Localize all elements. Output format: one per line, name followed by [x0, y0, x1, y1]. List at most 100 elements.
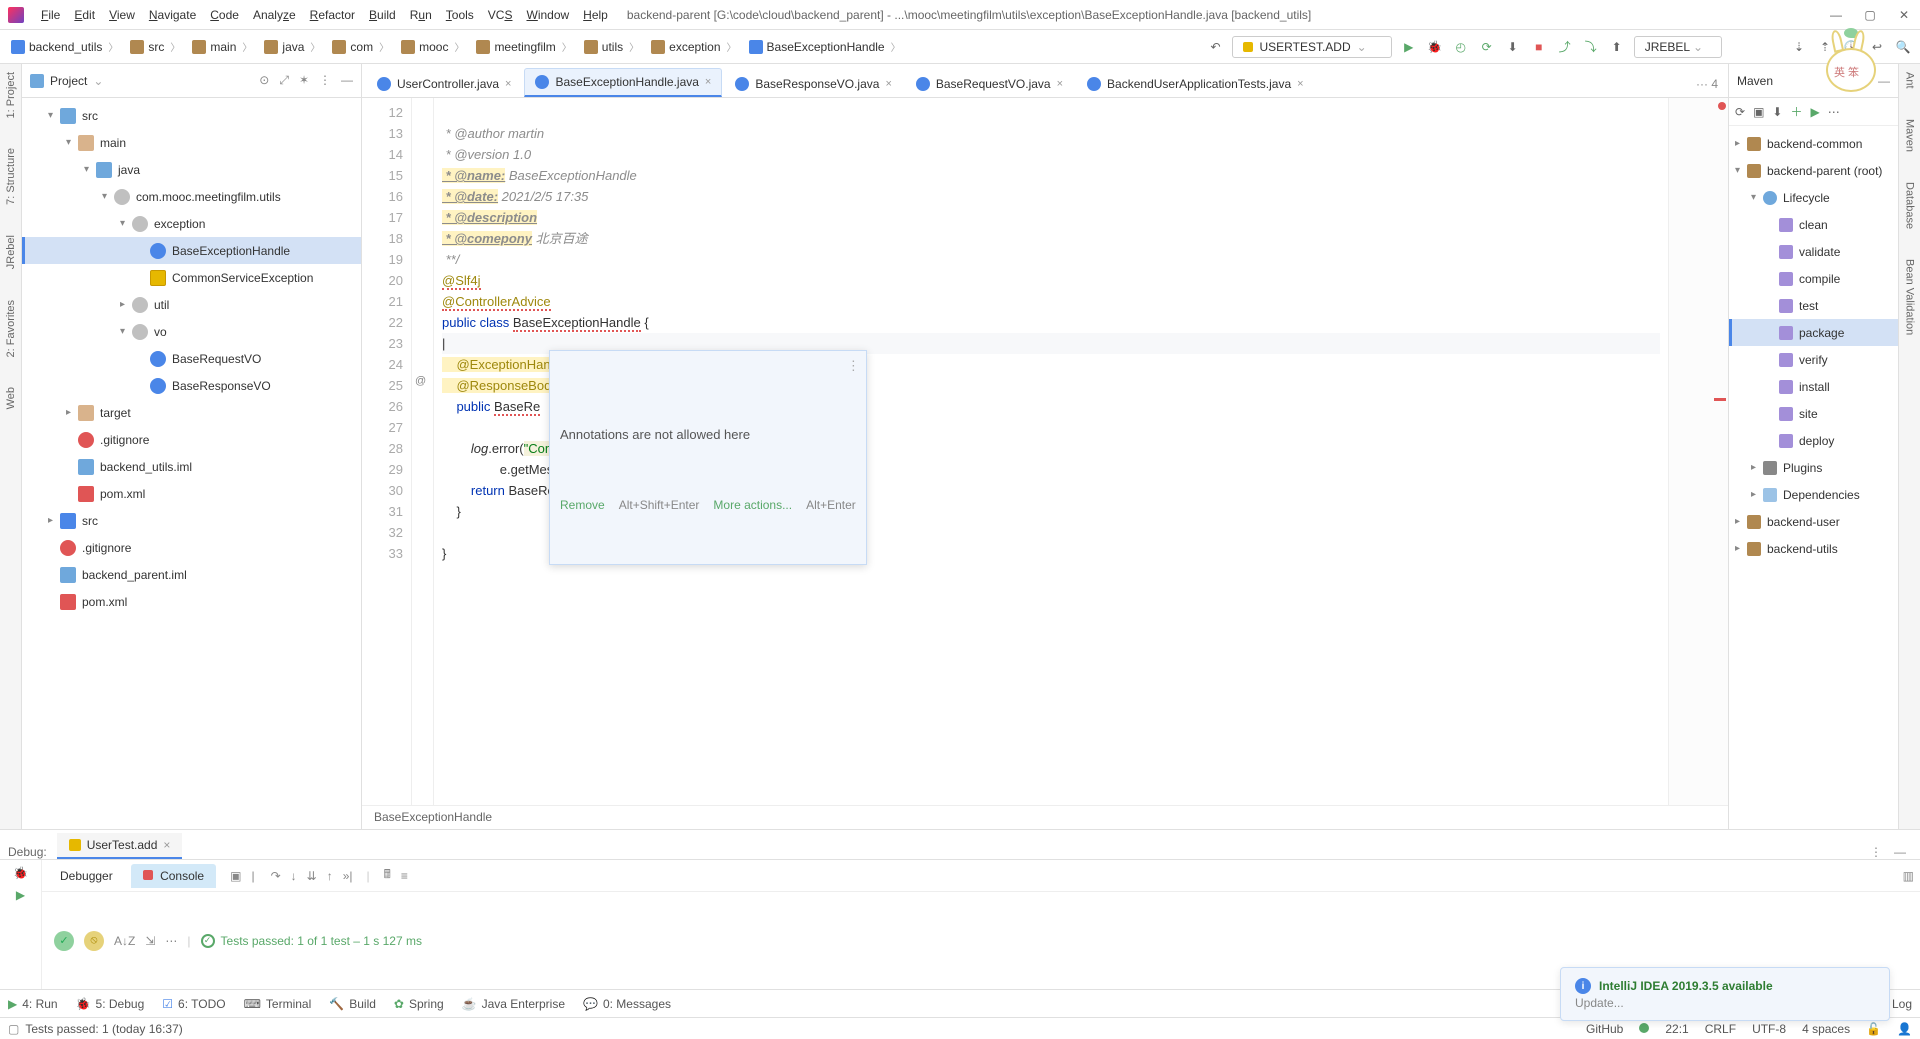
crumb-module[interactable]: backend_utils〉: [8, 37, 123, 56]
close-icon[interactable]: ×: [1057, 78, 1063, 90]
close-icon[interactable]: ×: [1297, 78, 1303, 90]
menu-view[interactable]: View: [102, 8, 142, 22]
editor-tab[interactable]: BaseResponseVO.java×: [724, 70, 903, 97]
tool-project[interactable]: 1: Project: [5, 72, 17, 118]
crumb-class[interactable]: BaseExceptionHandle〉: [746, 37, 906, 56]
jrebel-debug-icon[interactable]: ⤵: [1582, 38, 1600, 56]
tree-item-exception[interactable]: ▾exception: [22, 210, 361, 237]
trace-icon[interactable]: ≡: [401, 869, 408, 883]
intention-more-action[interactable]: More actions...: [713, 495, 792, 516]
run-config-selector[interactable]: USERTEST.ADD ⌄: [1232, 36, 1391, 58]
maven-run-icon[interactable]: ▶: [1810, 105, 1819, 119]
status-inspect-icon[interactable]: 👤: [1897, 1022, 1912, 1036]
status-lock-icon[interactable]: 🔓: [1866, 1022, 1881, 1036]
maven-item-deploy[interactable]: deploy: [1729, 427, 1898, 454]
project-tree[interactable]: ▾src▾main▾java▾com.mooc.meetingfilm.util…: [22, 98, 361, 829]
crumb-main[interactable]: main〉: [189, 37, 257, 56]
tabs-overflow[interactable]: ··· 4: [1686, 71, 1728, 97]
evaluate-icon[interactable]: 🖩: [384, 865, 391, 886]
close-icon[interactable]: ×: [885, 78, 891, 90]
tool-bean-validation[interactable]: Bean Validation: [1904, 259, 1916, 335]
chevron-down-icon[interactable]: ⌄: [93, 74, 103, 88]
history-icon[interactable]: ⋯: [165, 934, 177, 948]
tool-spring[interactable]: ✿Spring: [394, 997, 444, 1011]
intention-remove-action[interactable]: Remove: [560, 495, 605, 516]
debug-config-tab[interactable]: UserTest.add ×: [57, 833, 183, 859]
tree-item-src[interactable]: ▸src: [22, 507, 361, 534]
maven-item-plugins[interactable]: ▸Plugins: [1729, 454, 1898, 481]
tool-database[interactable]: Database: [1904, 182, 1916, 229]
debug-icon[interactable]: 🐞: [1426, 38, 1444, 56]
profile-icon[interactable]: ⟳: [1478, 38, 1496, 56]
balloon-action[interactable]: Update...: [1575, 996, 1875, 1010]
status-github[interactable]: GitHub: [1586, 1022, 1623, 1036]
maven-item-site[interactable]: site: [1729, 400, 1898, 427]
tool-structure[interactable]: 7: Structure: [5, 148, 17, 205]
crumb-mooc[interactable]: mooc〉: [398, 37, 469, 56]
debug-hide-icon[interactable]: —: [1888, 845, 1912, 859]
status-encoding[interactable]: UTF-8: [1752, 1022, 1786, 1036]
tree-item-pom-xml[interactable]: pom.xml: [22, 480, 361, 507]
window-close[interactable]: ✕: [1896, 7, 1912, 23]
tree-item-java[interactable]: ▾java: [22, 156, 361, 183]
menu-vcs[interactable]: VCS: [481, 8, 520, 22]
layout-icon[interactable]: ▥: [1903, 869, 1914, 883]
menu-run[interactable]: Run: [403, 8, 439, 22]
maven-more-icon[interactable]: ⋯: [1828, 105, 1840, 119]
jrebel-selector[interactable]: JREBEL ⌄: [1634, 36, 1722, 58]
menu-help[interactable]: Help: [576, 8, 615, 22]
stop-icon[interactable]: ■: [1530, 38, 1548, 56]
crumb-com[interactable]: com〉: [329, 37, 394, 56]
crumb-meetingfilm[interactable]: meetingfilm〉: [473, 37, 576, 56]
tree-item-util[interactable]: ▸util: [22, 291, 361, 318]
maven-item-backend-utils[interactable]: ▸backend-utils: [1729, 535, 1898, 562]
maven-generate-icon[interactable]: ▣: [1753, 105, 1764, 119]
menu-edit[interactable]: Edit: [67, 8, 102, 22]
attach-icon[interactable]: ⬇: [1504, 38, 1522, 56]
step-over-icon[interactable]: ↷: [271, 869, 281, 883]
tree-item-baseexceptionhandle[interactable]: BaseExceptionHandle: [22, 237, 361, 264]
tool-jrebel[interactable]: JRebel: [5, 235, 17, 269]
error-marker[interactable]: [1714, 398, 1726, 401]
window-maximize[interactable]: ▢: [1862, 7, 1878, 23]
close-icon[interactable]: ×: [163, 838, 170, 852]
tree-item-pom-xml[interactable]: pom.xml: [22, 588, 361, 615]
tree-item--gitignore[interactable]: .gitignore: [22, 534, 361, 561]
tree-item-baseresponsevo[interactable]: BaseResponseVO: [22, 372, 361, 399]
menu-tools[interactable]: Tools: [439, 8, 481, 22]
update-notification[interactable]: iIntelliJ IDEA 2019.3.5 available Update…: [1560, 967, 1890, 1021]
menu-refactor[interactable]: Refactor: [303, 8, 362, 22]
menu-code[interactable]: Code: [203, 8, 246, 22]
threads-icon[interactable]: ▣: [230, 869, 241, 883]
menu-build[interactable]: Build: [362, 8, 403, 22]
tree-item-vo[interactable]: ▾vo: [22, 318, 361, 345]
override-gutter-icon[interactable]: @: [415, 375, 426, 387]
tool-web[interactable]: Web: [5, 387, 17, 409]
expand-icon[interactable]: ⤢: [279, 73, 289, 88]
editor-breadcrumb[interactable]: BaseExceptionHandle: [362, 805, 1728, 829]
intention-menu-icon[interactable]: ⋮: [847, 355, 860, 376]
status-cursor[interactable]: 22:1: [1665, 1022, 1688, 1036]
tool-debug[interactable]: 🐞5: Debug: [76, 997, 145, 1011]
menu-file[interactable]: File: [34, 8, 67, 22]
force-step-icon[interactable]: ⇊: [307, 869, 317, 883]
error-marker[interactable]: [1718, 102, 1726, 110]
maven-item-clean[interactable]: clean: [1729, 211, 1898, 238]
tool-favorites[interactable]: 2: Favorites: [5, 300, 17, 357]
resume-icon[interactable]: ▶: [16, 888, 25, 902]
tree-item-main[interactable]: ▾main: [22, 129, 361, 156]
editor-tab[interactable]: UserController.java×: [366, 70, 522, 97]
maven-item-lifecycle[interactable]: ▾Lifecycle: [1729, 184, 1898, 211]
git-pull-icon[interactable]: ⇣: [1790, 38, 1808, 56]
tree-item-backend_parent-iml[interactable]: backend_parent.iml: [22, 561, 361, 588]
tree-item-com-mooc-meetingfilm-utils[interactable]: ▾com.mooc.meetingfilm.utils: [22, 183, 361, 210]
locate-icon[interactable]: ⊙: [259, 73, 269, 88]
status-indent[interactable]: 4 spaces: [1802, 1022, 1850, 1036]
tool-todo[interactable]: ☑6: TODO: [162, 997, 225, 1011]
nav-back-icon[interactable]: ↶: [1206, 38, 1224, 56]
tree-item-backend_utils-iml[interactable]: backend_utils.iml: [22, 453, 361, 480]
code-editor[interactable]: * @author martin * @version 1.0 * @name:…: [434, 98, 1668, 805]
crumb-utils[interactable]: utils〉: [581, 37, 644, 56]
tree-item-commonserviceexception[interactable]: CommonServiceException: [22, 264, 361, 291]
maven-item-backend-common[interactable]: ▸backend-common: [1729, 130, 1898, 157]
